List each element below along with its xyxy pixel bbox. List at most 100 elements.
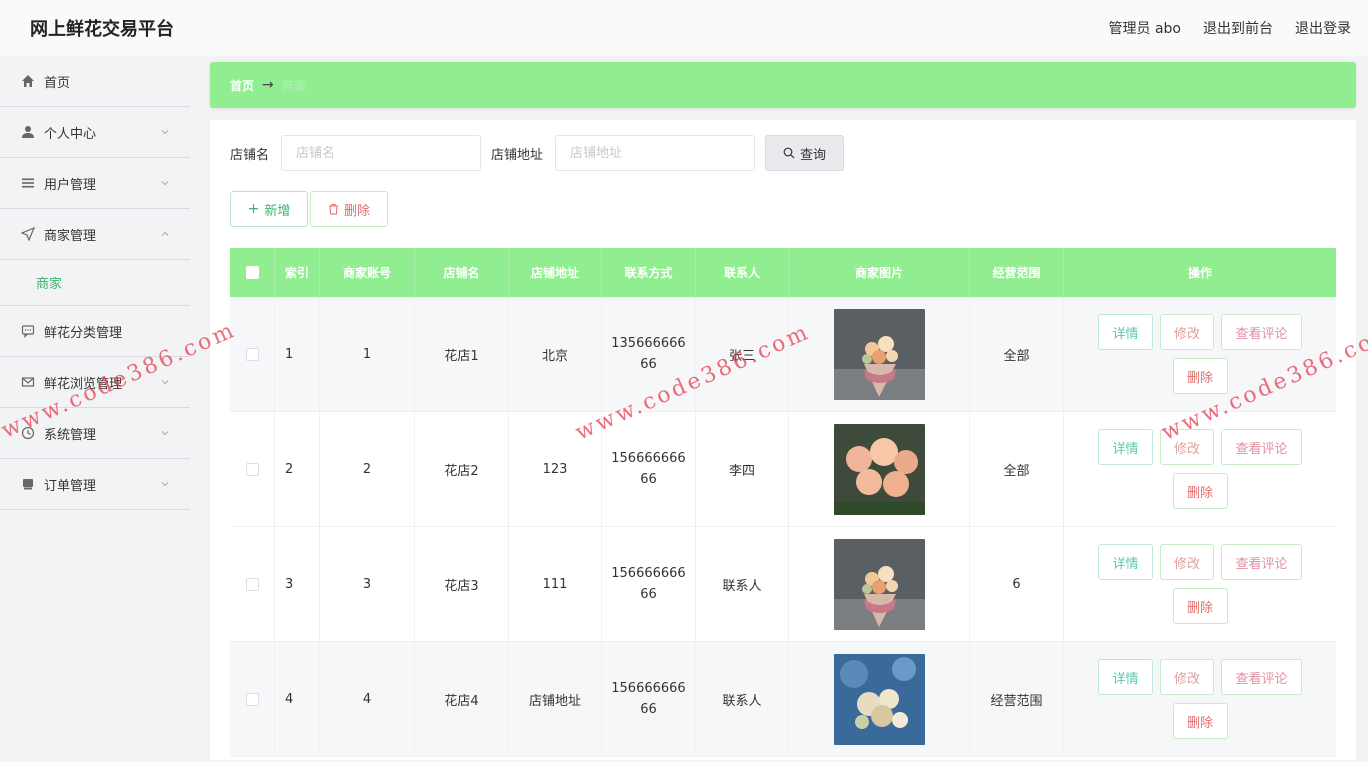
sidebar-item-label: 系统管理 xyxy=(44,427,97,443)
address-cell: 店铺地址 xyxy=(509,642,602,756)
row-actions: 详情 修改 查看评论 删除 xyxy=(1090,659,1310,739)
top-bar: 网上鲜花交易平台 管理员 abo 退出到前台 退出登录 xyxy=(0,0,1368,56)
mail-icon xyxy=(21,375,35,389)
content-panel: 店铺名 店铺地址 查询 + 新增 删除 索引 xyxy=(210,120,1356,760)
phone-cell: 15666666666 xyxy=(602,412,696,526)
sidebar-item-label: 个人中心 xyxy=(44,126,97,142)
table-row: 2 2 花店2 123 15666666666 李四 全部 详情 修改 查看评论… xyxy=(230,412,1336,527)
logout-link[interactable]: 退出登录 xyxy=(1295,18,1351,38)
chevron-down-icon xyxy=(160,427,170,437)
phone-text: 15666666666 xyxy=(611,681,686,717)
scope-cell: 全部 xyxy=(970,412,1064,526)
image-cell xyxy=(789,297,970,411)
add-button[interactable]: + 新增 xyxy=(230,191,308,227)
detail-button[interactable]: 详情 xyxy=(1098,314,1153,350)
phone-text: 15666666666 xyxy=(611,566,686,602)
detail-button[interactable]: 详情 xyxy=(1098,429,1153,465)
column-header-phone[interactable]: 联系方式 xyxy=(602,248,696,297)
merchant-image[interactable] xyxy=(833,653,925,745)
delete-button[interactable]: 删除 xyxy=(1172,588,1228,624)
row-select-cell xyxy=(230,642,275,756)
delete-button[interactable]: 删除 xyxy=(1172,473,1228,509)
sidebar-subitem-merchant[interactable]: 商家 xyxy=(0,260,190,306)
column-header-address[interactable]: 店铺地址 xyxy=(509,248,602,297)
merchant-image[interactable] xyxy=(833,538,925,630)
sidebar-item-profile[interactable]: 个人中心 xyxy=(0,107,190,158)
search-icon xyxy=(783,147,795,159)
edit-button[interactable]: 修改 xyxy=(1160,659,1214,695)
row-actions: 详情 修改 查看评论 删除 xyxy=(1090,429,1310,509)
column-header-contact[interactable]: 联系人 xyxy=(696,248,789,297)
edit-button[interactable]: 修改 xyxy=(1160,544,1214,580)
sidebar-item-label: 商家管理 xyxy=(44,228,97,244)
detail-button[interactable]: 详情 xyxy=(1098,544,1153,580)
actions-cell: 详情 修改 查看评论 删除 xyxy=(1064,642,1336,756)
scope-cell: 6 xyxy=(970,527,1064,641)
view-reviews-button[interactable]: 查看评论 xyxy=(1221,544,1302,580)
row-select-cell xyxy=(230,527,275,641)
app-title: 网上鲜花交易平台 xyxy=(30,19,174,40)
breadcrumb: 首页 → 商家 xyxy=(210,62,1356,108)
row-checkbox[interactable] xyxy=(245,577,259,591)
table-header: 索引 商家账号 店铺名 店铺地址 联系方式 联系人 商家图片 经营范围 操作 xyxy=(230,248,1336,297)
column-header-index[interactable]: 索引 xyxy=(275,248,320,297)
shop-address-input[interactable] xyxy=(555,135,756,171)
sidebar-item-system[interactable]: 系统管理 xyxy=(0,408,190,459)
edit-button[interactable]: 修改 xyxy=(1160,429,1214,465)
address-cell: 北京 xyxy=(509,297,602,411)
breadcrumb-arrow-icon: → xyxy=(262,77,274,93)
delete-button[interactable]: 删除 xyxy=(1172,703,1228,739)
list-icon xyxy=(21,176,35,190)
query-button[interactable]: 查询 xyxy=(765,135,845,171)
phone-cell: 15666666666 xyxy=(602,642,696,756)
sidebar-item-orders[interactable]: 订单管理 xyxy=(0,459,190,510)
sidebar-item-flower-categories[interactable]: 鲜花分类管理 xyxy=(0,306,190,357)
account-cell: 2 xyxy=(320,412,415,526)
batch-delete-button[interactable]: 删除 xyxy=(310,191,388,227)
actions-cell: 详情 修改 查看评论 删除 xyxy=(1064,412,1336,526)
plus-icon: + xyxy=(247,201,260,217)
user-icon xyxy=(21,125,35,139)
shop-name-cell: 花店4 xyxy=(415,642,509,756)
sidebar-item-home[interactable]: 首页 xyxy=(0,56,190,107)
sidebar-item-flower-browsing[interactable]: 鲜花浏览管理 xyxy=(0,357,190,408)
index-cell: 1 xyxy=(275,297,320,411)
row-checkbox[interactable] xyxy=(245,692,259,706)
sidebar: 首页 个人中心 用户管理 商家管理 商家 鲜花分类管理 鲜花浏览管理 系统管理 … xyxy=(0,56,190,753)
merchant-image[interactable] xyxy=(833,423,925,515)
address-cell: 123 xyxy=(509,412,602,526)
cart-icon xyxy=(21,477,35,491)
phone-cell: 13566666666 xyxy=(602,297,696,411)
sidebar-item-label: 鲜花分类管理 xyxy=(44,325,123,341)
chevron-up-icon xyxy=(160,228,170,238)
add-button-label: 新增 xyxy=(264,203,291,219)
sidebar-item-users[interactable]: 用户管理 xyxy=(0,158,190,209)
row-select-cell xyxy=(230,297,275,411)
search-bar: 店铺名 店铺地址 查询 xyxy=(230,135,845,171)
main-content: 首页 → 商家 店铺名 店铺地址 查询 + 新增 删除 xyxy=(210,62,1356,762)
view-reviews-button[interactable]: 查看评论 xyxy=(1221,429,1302,465)
select-all-checkbox[interactable] xyxy=(245,266,259,279)
view-reviews-button[interactable]: 查看评论 xyxy=(1221,659,1302,695)
column-header-scope[interactable]: 经营范围 xyxy=(970,248,1064,297)
merchant-image[interactable] xyxy=(833,308,925,400)
breadcrumb-home[interactable]: 首页 xyxy=(230,77,254,94)
row-checkbox[interactable] xyxy=(245,347,259,361)
shop-name-input[interactable] xyxy=(281,135,482,171)
column-header-account[interactable]: 商家账号 xyxy=(320,248,415,297)
sidebar-item-merchants[interactable]: 商家管理 xyxy=(0,209,190,260)
contact-cell: 张三 xyxy=(696,297,789,411)
phone-text: 15666666666 xyxy=(611,451,686,487)
admin-user-link[interactable]: 管理员 abo xyxy=(1109,18,1181,38)
column-header-shop-name[interactable]: 店铺名 xyxy=(415,248,509,297)
delete-button-label: 删除 xyxy=(343,203,370,219)
row-actions: 详情 修改 查看评论 删除 xyxy=(1090,544,1310,624)
edit-button[interactable]: 修改 xyxy=(1160,314,1214,350)
row-checkbox[interactable] xyxy=(245,462,259,476)
delete-button[interactable]: 删除 xyxy=(1172,358,1228,394)
contact-cell: 李四 xyxy=(696,412,789,526)
detail-button[interactable]: 详情 xyxy=(1098,659,1153,695)
image-cell xyxy=(789,412,970,526)
exit-to-front-link[interactable]: 退出到前台 xyxy=(1203,18,1273,38)
view-reviews-button[interactable]: 查看评论 xyxy=(1221,314,1302,350)
